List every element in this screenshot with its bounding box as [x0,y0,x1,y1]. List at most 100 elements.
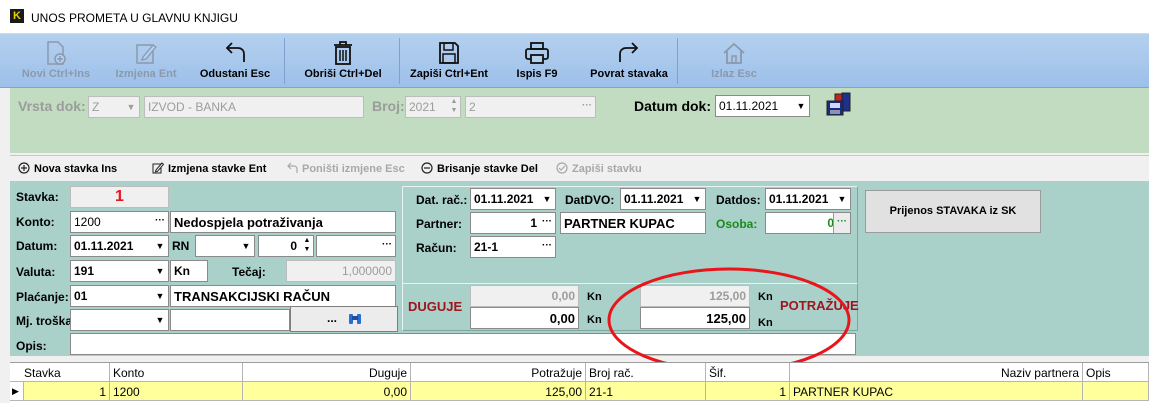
cost-center-select[interactable]: ▼ [70,309,169,331]
invoice-date-value: 01.11.2021 [474,192,534,206]
debit-label: DUGUJE [408,299,463,314]
account-value: 1200 [74,215,101,229]
grid-header-code[interactable]: Šif. [706,363,790,382]
new-button[interactable]: Novi Ctrl+Ins [16,34,96,88]
add-circle-icon [18,162,30,174]
person-label: Osoba: [716,217,758,231]
grid-header-item[interactable]: Stavka [10,363,110,382]
grid-cell-description[interactable] [1083,382,1149,401]
save-button-label: Zapiši Ctrl+Ent [410,68,488,80]
item-detail-panel: Stavka: 1 Konto: 1200 ··· Nedospjela pot… [10,181,1149,356]
print-button[interactable]: Ispis F9 [505,34,569,88]
doc-number-label: Broj: [372,98,405,114]
delete-button[interactable]: Obriši Ctrl+Del [295,34,391,88]
date-select[interactable]: 01.11.2021 ▼ [70,235,169,257]
window-title: UNOS PROMETA U GLAVNU KNJIGU [31,11,238,25]
partner-name-field: PARTNER KUPAC [560,212,706,234]
save-button[interactable]: Zapiši Ctrl+Ent [405,34,493,88]
chevron-down-icon: ▼ [155,241,165,251]
delete-item-label: Brisanje stavke Del [437,163,538,175]
document-header: Vrsta dok: Z ▼ IZVOD - BANKA Broj: 2021 … [10,88,1149,153]
invoice-date-select[interactable]: 01.11.2021 ▼ [470,188,556,210]
grid-header-description[interactable]: Opis [1083,363,1149,382]
account-label: Konto: [16,215,55,229]
grid-header-debit[interactable]: Duguje [243,363,411,382]
debit-previous-field: 0,00 [470,285,579,307]
rn-select[interactable]: ▼ [195,235,255,257]
invoice-number-value: 21-1 [474,240,499,254]
chevron-down-icon: ▼ [241,241,251,251]
grid-header-invoice[interactable]: Broj rač. [586,363,706,382]
dvo-date-select[interactable]: 01.11.2021 ▼ [620,188,706,210]
item-number-label: Stavka: [16,190,59,204]
remove-circle-icon [421,162,433,174]
edit-icon [136,44,157,64]
grid-cell-code[interactable]: 1 [706,382,790,401]
ellipsis-icon: ··· [582,100,592,111]
item-number-field: 1 [70,186,169,208]
credit-amount-field[interactable]: 125,00 [640,307,750,329]
rn-number-field[interactable]: 0 ▲ ▼ [258,235,314,257]
chevron-down-icon: ▼ [155,291,165,301]
partner-id-field[interactable]: 1 ··· [470,212,556,234]
person-field[interactable]: 0 ··· [765,212,851,234]
home-icon [723,42,745,64]
rn-detail-field[interactable]: ··· [316,235,396,257]
cost-center-lookup-label: ... [327,311,338,325]
grid-header-account[interactable]: Konto [110,363,243,382]
currency-select[interactable]: 191 ▼ [70,260,169,282]
cost-center-lookup-button[interactable]: ... [290,306,398,332]
edit-icon [152,162,164,174]
ellipsis-icon: ··· [542,216,552,227]
chevron-down-icon: ▼ [126,102,136,112]
exit-button[interactable]: Izlaz Esc [695,34,773,88]
new-item-button[interactable]: Nova stavka Ins [18,162,117,175]
title-bar: K UNOS PROMETA U GLAVNU KNJIGU [0,0,1149,34]
row-selector-icon[interactable]: ▶ [10,382,24,401]
printer-icon [525,42,549,64]
doc-year-field[interactable]: 2021 ▲ ▼ [405,96,461,118]
payment-select[interactable]: 01 ▼ [70,285,169,307]
cancel-button[interactable]: Odustani Esc [194,34,276,88]
invoice-number-field[interactable]: 21-1 ··· [470,236,556,258]
archive-books-icon[interactable] [825,92,855,121]
exchange-rate-label: Tečaj: [232,265,266,279]
invoice-date-label: Dat. rač.: [416,193,468,207]
new-item-label: Nova stavka Ins [34,163,118,175]
edit-item-button[interactable]: Izmjena stavke Ent [152,162,266,175]
debit-amount-field[interactable]: 0,00 [470,307,579,329]
transfer-items-button[interactable]: Prijenos STAVAKA iz SK [865,190,1041,233]
doc-type-label: Vrsta dok: [18,98,86,114]
grid-header-partner-name[interactable]: Naziv partnera [790,363,1083,382]
delivery-date-label: Datdos: [716,193,761,207]
return-items-button[interactable]: Povrat stavaka [583,34,675,88]
grid-cell-invoice[interactable]: 21-1 [586,382,706,401]
account-name-field: Nedospjela potraživanja [170,211,396,233]
delete-item-button[interactable]: Brisanje stavke Del [421,162,538,175]
edit-button-label: Izmjena Ent [115,68,177,80]
date-label: Datum: [16,239,58,253]
edit-button[interactable]: Izmjena Ent [106,34,186,88]
main-toolbar: Novi Ctrl+Ins Izmjena Ent Odustani Esc O… [0,34,1149,88]
description-field[interactable] [70,333,856,355]
rn-number-value: 0 [290,239,297,253]
grid-header-credit[interactable]: Potražuje [411,363,586,382]
doc-date-select[interactable]: 01.11.2021 ▼ [715,95,810,117]
grid-cell-credit[interactable]: 125,00 [411,382,586,401]
delivery-date-select[interactable]: 01.11.2021 ▼ [765,188,851,210]
doc-date-value: 01.11.2021 [719,99,779,113]
undo-changes-button[interactable]: Poništi izmjene Esc [286,162,405,175]
cost-center-name-field [170,309,290,331]
exchange-rate-field: 1,000000 [286,260,396,282]
save-item-button[interactable]: Zapiši stavku [556,162,642,175]
doc-number-field[interactable]: 2 ··· [465,96,596,118]
undo-changes-label: Poništi izmjene Esc [302,163,405,175]
grid-cell-item[interactable]: 1 [24,382,110,401]
grid-cell-debit[interactable]: 0,00 [243,382,411,401]
grid-cell-account[interactable]: 1200 [110,382,243,401]
account-field[interactable]: 1200 ··· [70,211,169,233]
doc-type-code-select[interactable]: Z ▼ [88,96,140,118]
currency-label: Valuta: [16,265,56,279]
grid-cell-partner-name[interactable]: PARTNER KUPAC [790,382,1083,401]
toolbar-separator [284,38,285,84]
